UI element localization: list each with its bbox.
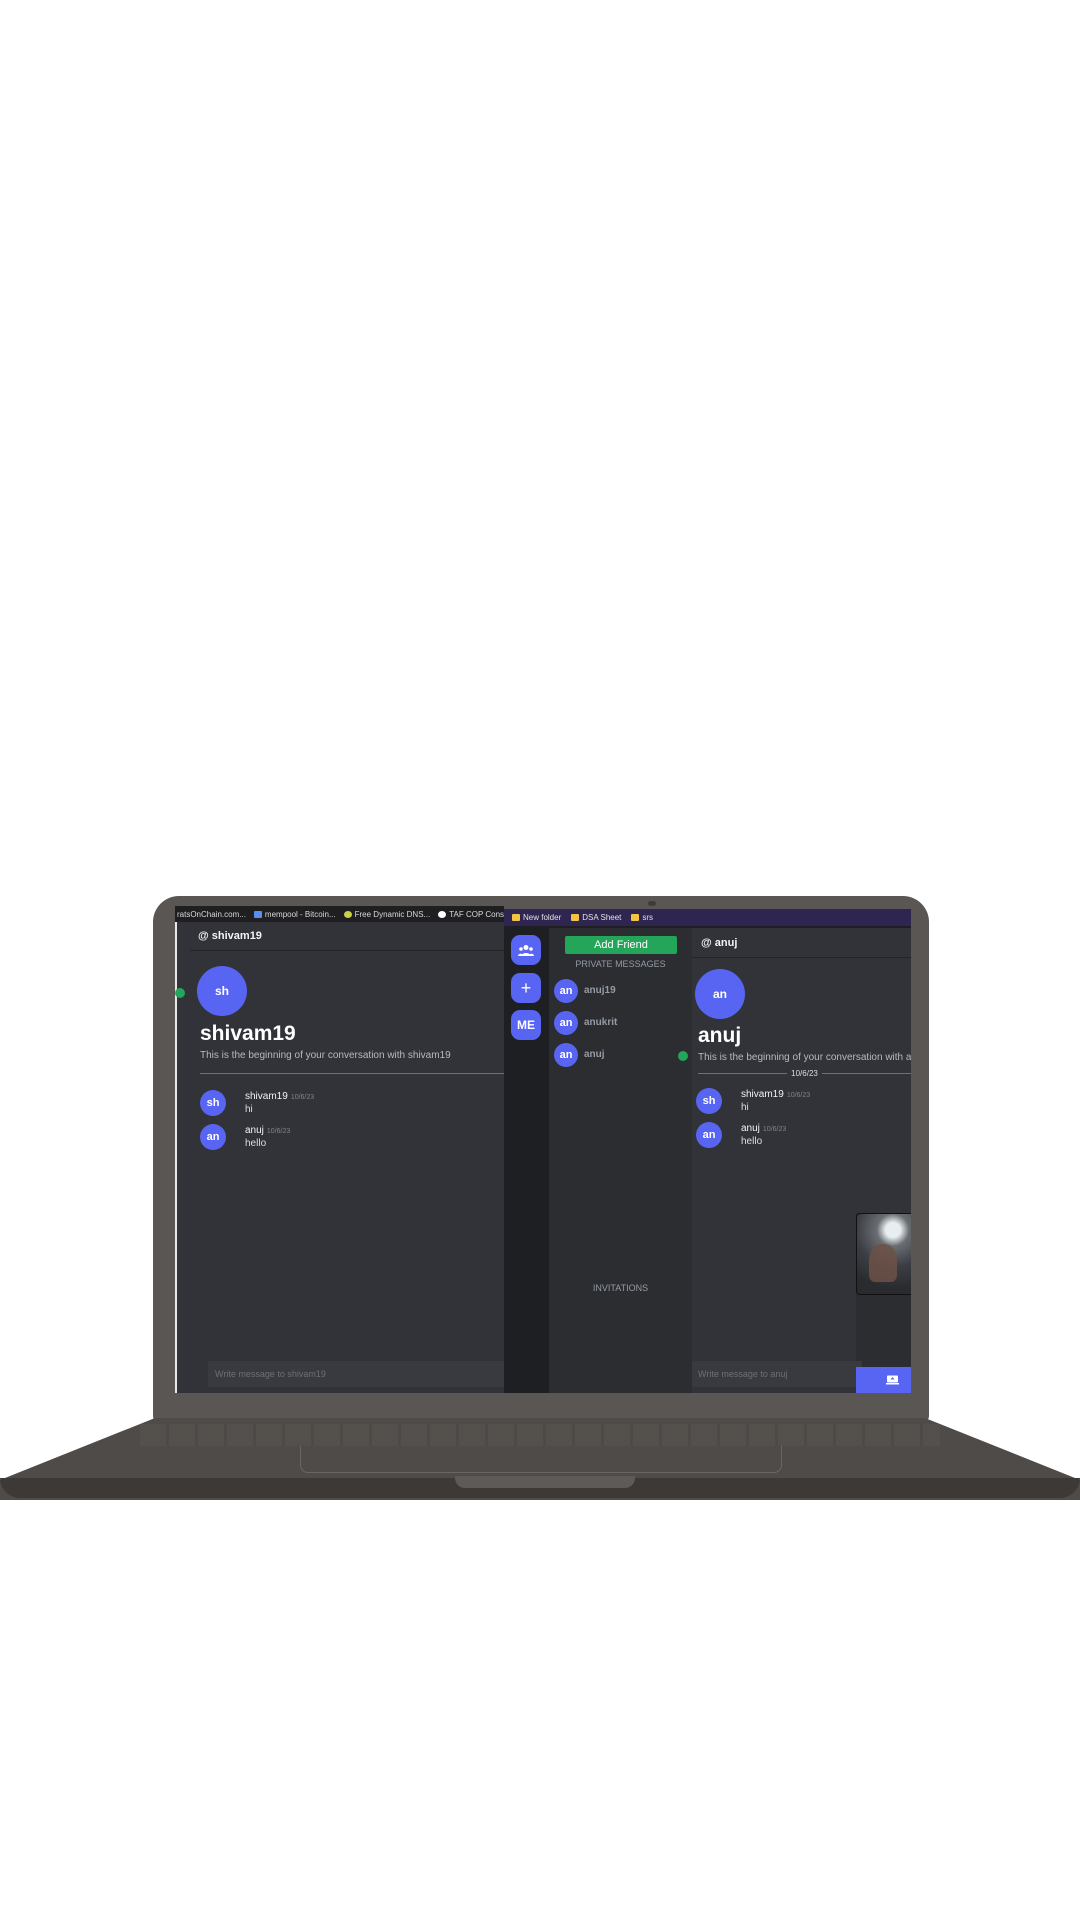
bookmark-item[interactable]: mempool - Bitcoin...	[253, 909, 336, 919]
conversation-subtitle: This is the beginning of your conversati…	[698, 1052, 911, 1063]
message-time: 10/6/23	[762, 1126, 787, 1133]
bookmark-label: ratsOnChain.com...	[177, 909, 246, 919]
avatar: an	[696, 1122, 722, 1148]
folder-icon	[571, 914, 580, 921]
divider	[200, 1073, 504, 1074]
dm-item[interactable]: an anuj19	[554, 979, 690, 1003]
dns-icon	[343, 910, 352, 918]
bookmark-item[interactable]: ratsOnChain.com...	[177, 910, 246, 919]
dm-name: anukrit	[584, 1017, 618, 1028]
message-author: shivam19 10/6/23	[245, 1091, 314, 1102]
avatar: sh	[197, 966, 247, 1016]
bookmark-label: Free Dynamic DNS...	[354, 909, 431, 919]
avatar: an	[695, 969, 745, 1019]
message-time: 10/6/23	[266, 1128, 291, 1135]
bookmark-folder[interactable]: New folder	[512, 913, 561, 922]
message-author: anuj 10/6/23	[245, 1125, 290, 1136]
dm-name: anuj	[584, 1049, 605, 1060]
dm-sidebar: Add Friend PRIVATE MESSAGES an anuj19 an…	[549, 928, 692, 1393]
dm-item[interactable]: an anukrit	[554, 1011, 690, 1035]
bookmark-folder[interactable]: DSA Sheet	[571, 913, 621, 922]
conversation-subtitle: This is the beginning of your conversati…	[200, 1050, 451, 1061]
me-button[interactable]: ME	[511, 1010, 541, 1040]
folder-icon	[631, 914, 640, 921]
message-author: anuj 10/6/23	[741, 1123, 786, 1134]
divider	[698, 1072, 788, 1074]
message-author: shivam19 10/6/23	[741, 1089, 810, 1100]
message-text: hello	[741, 1136, 763, 1147]
globe-icon	[438, 910, 447, 918]
left-browser-window: ratsOnChain.com... mempool - Bitcoin... …	[175, 906, 504, 1393]
avatar: an	[554, 979, 578, 1003]
conversation-title: anuj	[698, 1024, 742, 1047]
avatar: an	[554, 1011, 578, 1035]
laptop-notch	[455, 1476, 635, 1488]
add-server-button[interactable]: +	[511, 973, 541, 1003]
conversation-title: shivam19	[200, 1022, 296, 1045]
me-label: ME	[517, 1018, 535, 1032]
date-label: 10/6/23	[791, 1068, 818, 1078]
message-text: hi	[245, 1104, 253, 1115]
message-text: hi	[741, 1102, 749, 1113]
bookmarks-bar: ratsOnChain.com... mempool - Bitcoin... …	[175, 906, 504, 922]
bookmark-label: srs	[642, 913, 654, 922]
message-text: hello	[245, 1138, 267, 1149]
bookmark-item[interactable]: TAF COP Consum...	[438, 910, 504, 919]
add-friend-button[interactable]: Add Friend	[565, 936, 677, 954]
people-icon	[518, 945, 534, 956]
message-author-name: anuj	[741, 1123, 760, 1134]
divider	[821, 1072, 911, 1074]
chat-header: @ shivam19	[190, 922, 504, 951]
friends-button[interactable]	[511, 935, 541, 965]
message-time: 10/6/23	[786, 1092, 811, 1099]
message-time: 10/6/23	[290, 1094, 315, 1101]
video-feed[interactable]	[856, 1213, 911, 1295]
laptop-keyboard	[140, 1424, 940, 1446]
message-input[interactable]: Write message to shivam19	[208, 1361, 504, 1387]
invitations-heading: INVITATIONS	[592, 1283, 649, 1293]
dm-item[interactable]: an anuj	[554, 1043, 690, 1067]
dm-name: anuj19	[584, 985, 616, 996]
online-status-dot	[175, 988, 185, 998]
folder-icon	[512, 914, 520, 921]
message-author-name: anuj	[245, 1125, 264, 1136]
left-chat-panel: @ shivam19 sh shivam19 This is the begin…	[190, 922, 504, 1393]
server-rail: + ME	[506, 928, 548, 1387]
message-author-name: shivam19	[245, 1091, 288, 1102]
bookmark-label: New folder	[523, 913, 562, 922]
bookmark-folder[interactable]: srs	[631, 913, 653, 922]
laptop-camera	[648, 901, 656, 906]
avatar: sh	[696, 1088, 722, 1114]
bookmark-label: DSA Sheet	[582, 913, 622, 922]
bookmark-label: TAF COP Consum...	[449, 909, 504, 919]
avatar: sh	[200, 1090, 226, 1116]
online-status-dot	[678, 1051, 688, 1061]
chat-panel: @ anuj an anuj This is the beginning of …	[692, 928, 911, 1393]
avatar: an	[554, 1043, 578, 1067]
private-messages-heading: PRIVATE MESSAGES	[575, 959, 666, 969]
laptop-trackpad	[300, 1446, 782, 1473]
video-participant	[869, 1244, 897, 1282]
message-author-name: shivam19	[741, 1089, 784, 1100]
plus-icon: +	[520, 977, 532, 998]
bookmarks-bar: New folder DSA Sheet srs	[504, 909, 911, 926]
screen-share-button[interactable]	[856, 1367, 911, 1393]
date-divider: 10/6/23	[698, 1067, 911, 1079]
message-input[interactable]: Write message to anuj	[692, 1361, 862, 1387]
chat-header: @ anuj	[692, 928, 911, 958]
avatar: an	[200, 1124, 226, 1150]
mempool-icon	[253, 910, 262, 918]
right-browser-window: New folder DSA Sheet srs + ME Add Friend…	[504, 909, 911, 1393]
bookmark-item[interactable]: Free Dynamic DNS...	[343, 909, 431, 919]
screen-share-icon	[886, 1375, 899, 1385]
bookmark-label: mempool - Bitcoin...	[264, 909, 336, 919]
